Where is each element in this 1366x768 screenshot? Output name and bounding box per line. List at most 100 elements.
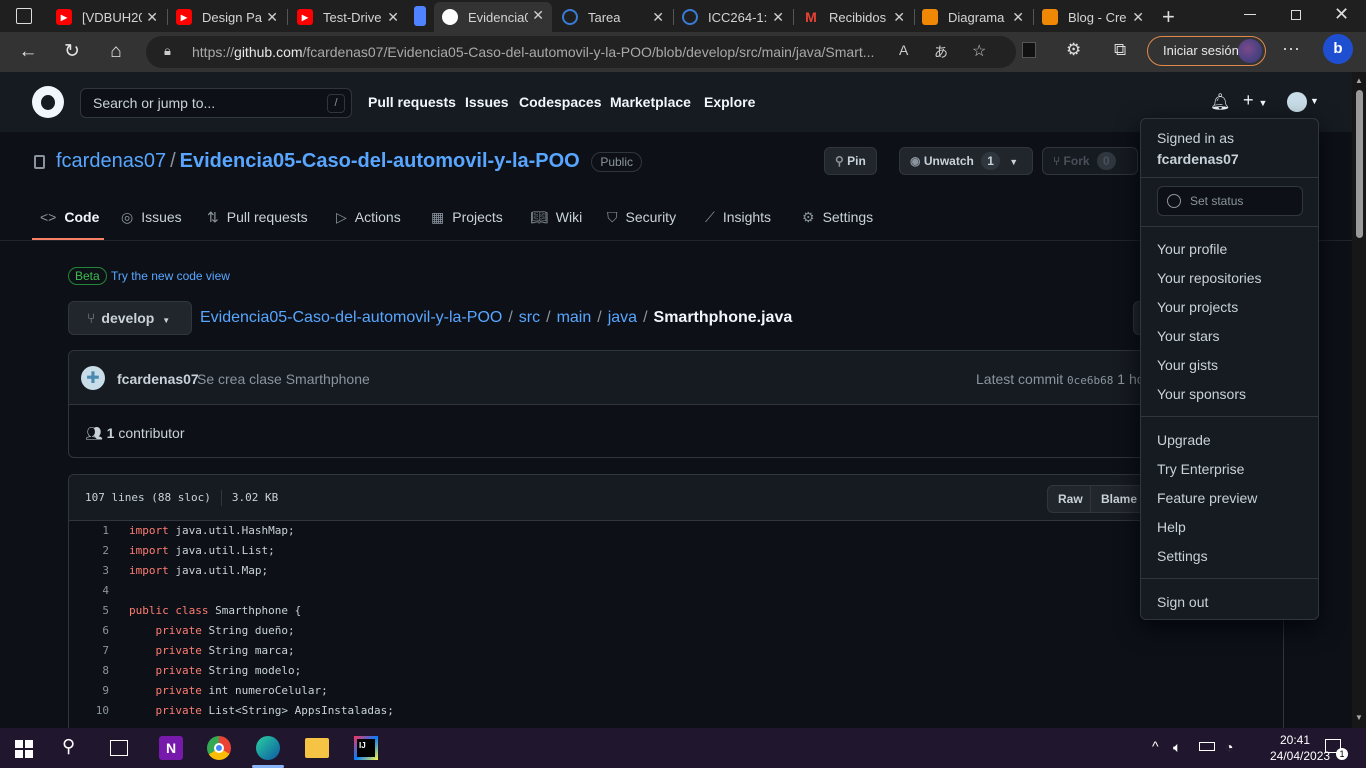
url-text[interactable]: https://github.com/fcardenas07/Evidencia…: [192, 44, 874, 60]
search-input[interactable]: Search or jump to... /: [80, 88, 352, 118]
user-avatar-menu[interactable]: [1287, 92, 1307, 112]
browser-tab[interactable]: ICC264-1: ✕: [674, 4, 792, 30]
unwatch-button[interactable]: ◉ Unwatch 1 ▼: [899, 147, 1033, 175]
extension-icon[interactable]: [1022, 42, 1036, 58]
tab-insights[interactable]: ⟋ Insights: [705, 209, 771, 226]
scroll-down-icon[interactable]: ▼: [1355, 713, 1363, 722]
minimize-icon[interactable]: [1244, 14, 1256, 15]
tab-settings[interactable]: ⚙ Settings: [802, 209, 873, 226]
line-number[interactable]: 3: [69, 561, 109, 581]
translate-icon[interactable]: あ: [934, 42, 948, 62]
browser-tab[interactable]: Blog - Cre ✕: [1034, 4, 1152, 30]
menu-try-enterprise[interactable]: Try Enterprise: [1157, 461, 1244, 477]
menu-your-repositories[interactable]: Your repositories: [1157, 270, 1262, 286]
menu-help[interactable]: Help: [1157, 519, 1186, 535]
tab-actions-icon[interactable]: [16, 8, 32, 24]
home-icon[interactable]: ⌂: [104, 40, 128, 64]
fork-button[interactable]: ⑂ Fork 0: [1042, 147, 1138, 175]
close-tab-icon[interactable]: ✕: [893, 9, 905, 26]
collections-icon[interactable]: ⧉: [1114, 40, 1126, 60]
tab-issues[interactable]: ◎ Issues: [121, 209, 182, 226]
menu-your-profile[interactable]: Your profile: [1157, 241, 1227, 257]
back-icon[interactable]: ←: [16, 40, 40, 64]
extensions-puzzle-icon[interactable]: ⚙: [1066, 40, 1081, 60]
line-number[interactable]: 9: [69, 681, 109, 701]
repo-owner-link[interactable]: fcardenas07: [56, 150, 166, 172]
tab-projects[interactable]: ▦ Projects: [431, 209, 503, 226]
notifications-bell-icon[interactable]: 🔔︎: [1210, 92, 1230, 112]
line-number[interactable]: 2: [69, 541, 109, 561]
github-logo-icon[interactable]: [32, 86, 64, 118]
close-window-icon[interactable]: ✕: [1334, 4, 1349, 25]
scroll-up-icon[interactable]: ▲: [1355, 76, 1363, 85]
line-number[interactable]: 7: [69, 641, 109, 661]
close-tab-icon[interactable]: ✕: [1012, 9, 1024, 26]
repo-name-link[interactable]: Evidencia05-Caso-del-automovil-y-la-POO: [180, 150, 580, 172]
menu-your-gists[interactable]: Your gists: [1157, 357, 1218, 373]
browser-tab[interactable]: ▶ Test-Drive ✕: [289, 4, 407, 30]
nav-codespaces[interactable]: Codespaces: [519, 94, 601, 110]
page-scrollbar[interactable]: ▲ ▼: [1352, 72, 1366, 728]
nav-marketplace[interactable]: Marketplace: [610, 94, 691, 110]
try-new-code-view-link[interactable]: Try the new code view: [111, 269, 230, 283]
add-favorite-icon[interactable]: ☆: [972, 41, 986, 61]
browser-tab[interactable]: Diagrama ✕: [914, 4, 1032, 30]
volume-icon[interactable]: 🔈︎: [1173, 739, 1181, 756]
read-aloud-icon[interactable]: A: [899, 42, 908, 58]
windows-start-icon[interactable]: [15, 740, 33, 758]
onenote-icon[interactable]: N: [159, 736, 183, 760]
close-tab-icon[interactable]: ✕: [652, 9, 664, 26]
tab-pull-requests[interactable]: ⇅ Pull requests: [207, 209, 308, 226]
breadcrumb-src[interactable]: src: [519, 309, 540, 326]
contributors-link[interactable]: 👥︎ 1 contributor: [85, 425, 185, 442]
line-number[interactable]: 5: [69, 601, 109, 621]
pin-button[interactable]: ⚲ Pin: [824, 147, 877, 175]
wifi-icon[interactable]: ◔: [1225, 739, 1233, 755]
browser-tab[interactable]: ▶ [VDBUH20 ✕: [48, 4, 166, 30]
new-tab-icon[interactable]: +: [1162, 4, 1175, 30]
commit-sha-link[interactable]: 0ce6b68: [1067, 374, 1113, 387]
line-number[interactable]: 8: [69, 661, 109, 681]
create-new-icon[interactable]: + ▼: [1243, 90, 1267, 111]
signed-in-username[interactable]: fcardenas07: [1157, 151, 1239, 167]
close-tab-icon[interactable]: ✕: [387, 9, 399, 26]
scrollbar-thumb[interactable]: [1356, 90, 1363, 238]
browser-tab[interactable]: Evidencia0 ✕: [434, 2, 552, 32]
url-bar[interactable]: 🔒︎ https://github.com/fcardenas07/Eviden…: [146, 36, 1016, 68]
branch-selector[interactable]: ⑂ develop ▼: [68, 301, 192, 335]
menu-your-projects[interactable]: Your projects: [1157, 299, 1238, 315]
author-avatar[interactable]: ✚: [81, 366, 105, 390]
nav-issues[interactable]: Issues: [465, 94, 509, 110]
breadcrumb-main[interactable]: main: [557, 309, 592, 326]
menu-your-sponsors[interactable]: Your sponsors: [1157, 386, 1246, 402]
browser-tab[interactable]: M Recibidos ✕: [795, 4, 913, 30]
menu-sign-out[interactable]: Sign out: [1157, 594, 1208, 610]
search-icon[interactable]: ⚲: [62, 736, 86, 760]
tab-actions[interactable]: ▷ Actions: [336, 209, 401, 226]
edge-icon[interactable]: [256, 736, 280, 760]
line-number[interactable]: 1: [69, 521, 109, 541]
file-explorer-icon[interactable]: [305, 738, 329, 758]
breadcrumb-repo[interactable]: Evidencia05-Caso-del-automovil-y-la-POO: [200, 309, 502, 326]
nav-pull-requests[interactable]: Pull requests: [368, 94, 456, 110]
menu-feature-preview[interactable]: Feature preview: [1157, 490, 1257, 506]
refresh-icon[interactable]: ↻: [60, 40, 84, 64]
browser-signin-button[interactable]: Iniciar sesión: [1147, 36, 1266, 66]
tab-wiki[interactable]: 📖︎ Wiki: [530, 209, 582, 226]
menu-upgrade[interactable]: Upgrade: [1157, 432, 1211, 448]
battery-icon[interactable]: [1199, 742, 1215, 751]
system-clock[interactable]: 20:41 24/04/2023: [1270, 732, 1330, 764]
close-tab-icon[interactable]: ✕: [146, 9, 158, 26]
caret-down-icon[interactable]: ▼: [1310, 96, 1319, 106]
menu-your-stars[interactable]: Your stars: [1157, 328, 1220, 344]
close-tab-icon[interactable]: ✕: [266, 9, 278, 26]
more-menu-icon[interactable]: ···: [1282, 38, 1300, 59]
line-number[interactable]: 6: [69, 621, 109, 641]
commit-author-link[interactable]: fcardenas07: [117, 371, 199, 387]
browser-tab[interactable]: ▶ Design Pa ✕: [168, 4, 286, 30]
intellij-icon[interactable]: IJ: [354, 736, 378, 760]
menu-settings[interactable]: Settings: [1157, 548, 1208, 564]
close-tab-icon[interactable]: ✕: [1132, 9, 1144, 26]
show-hidden-icons[interactable]: ^: [1152, 738, 1159, 754]
line-number[interactable]: 4: [69, 581, 109, 601]
